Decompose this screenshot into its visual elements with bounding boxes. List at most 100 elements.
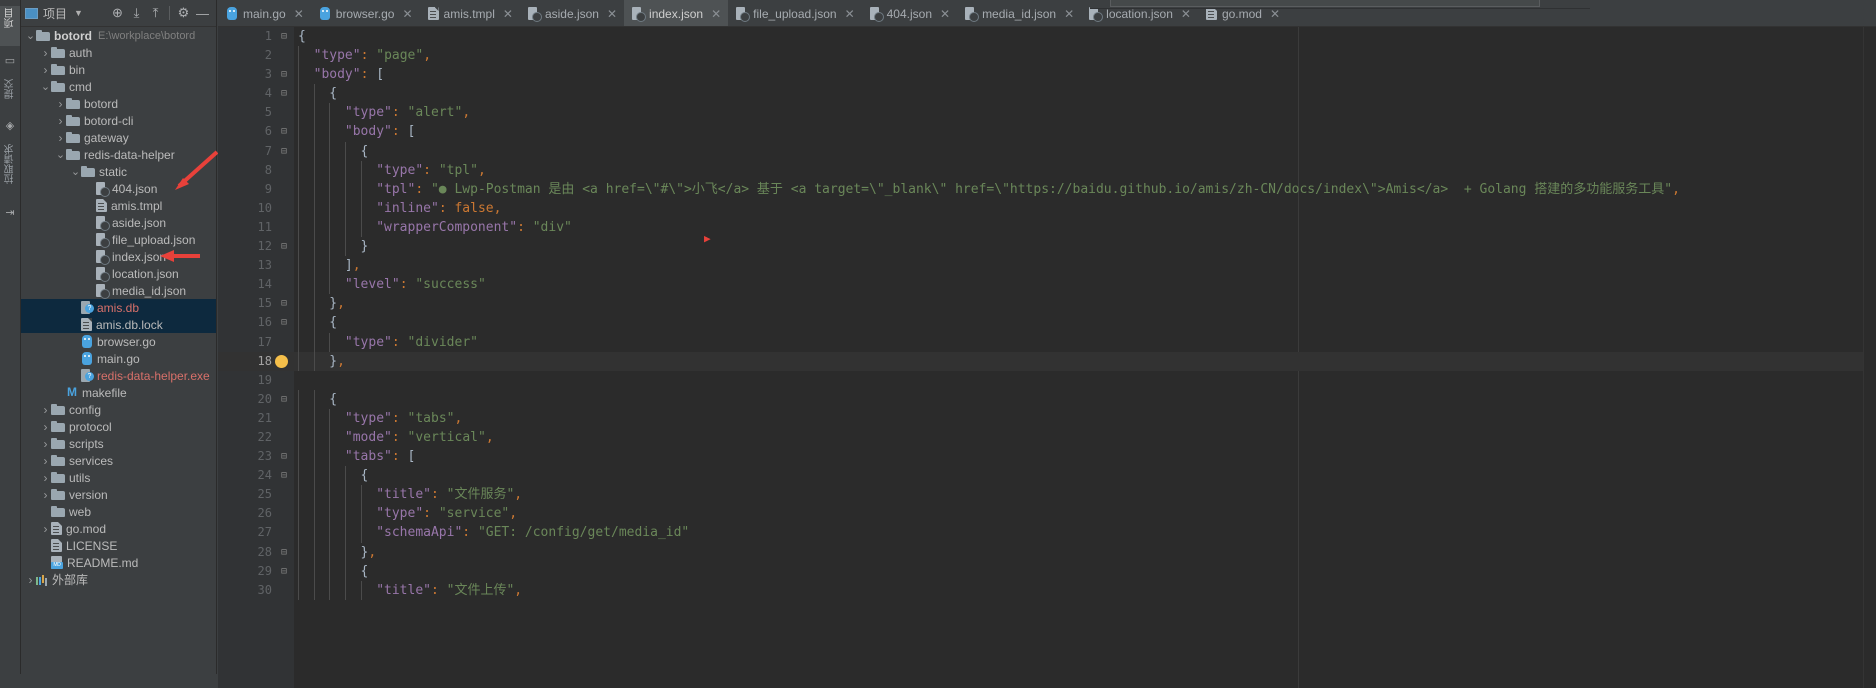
editor-tab-bar[interactable]: main.go ✕ browser.go ✕ amis.tmpl ✕ aside.json ✕…	[218, 0, 1876, 27]
code-line[interactable]: 22 "mode": "vertical",	[218, 427, 1876, 448]
chevron-right-icon[interactable]: ›	[40, 471, 51, 485]
editor-tab[interactable]: index.json ✕	[624, 0, 729, 26]
fold-marker-icon[interactable]: ⊟	[278, 543, 290, 562]
tree-node[interactable]: web	[21, 503, 216, 520]
code-line[interactable]: 7 ⊟ {	[218, 141, 1876, 161]
chevron-right-icon[interactable]: ›	[40, 420, 51, 434]
code-line[interactable]: 26 "type": "service",	[218, 504, 1876, 524]
tree-node[interactable]: › go.mod	[21, 520, 216, 537]
tree-node[interactable]: index.json	[21, 248, 216, 265]
editor-marker-track[interactable]	[1863, 27, 1876, 688]
code-line[interactable]: 11 "wrapperComponent": "div"	[218, 217, 1876, 238]
tool-window-bookmarks-icon[interactable]: ⇥	[0, 206, 20, 219]
tree-node[interactable]: › botord	[21, 95, 216, 112]
gear-icon[interactable]: ⚙	[174, 5, 193, 21]
intention-bulb-icon[interactable]: ●	[275, 354, 288, 368]
close-icon[interactable]: ✕	[1064, 8, 1074, 20]
fold-marker-icon[interactable]: ⊟	[278, 313, 290, 332]
tree-node[interactable]: › scripts	[21, 435, 216, 452]
chevron-down-icon[interactable]: ⌄	[55, 149, 66, 160]
tree-node[interactable]: › services	[21, 452, 216, 469]
tree-node[interactable]: › bin	[21, 61, 216, 78]
tool-window-project[interactable]: 项目	[0, 6, 20, 46]
locate-icon[interactable]: ⊕	[108, 5, 127, 21]
code-line[interactable]: 14 "level": "success"	[218, 275, 1876, 295]
fold-marker-icon[interactable]: ⊟	[278, 562, 290, 581]
tree-node[interactable]: ⌄ static	[21, 163, 216, 180]
code-line[interactable]: 20 ⊟ {	[218, 389, 1876, 409]
fold-marker-icon[interactable]: ⊟	[278, 447, 290, 466]
code-line[interactable]: 12 ⊟}	[218, 237, 1876, 257]
chevron-right-icon[interactable]: ›	[40, 488, 51, 502]
tree-node[interactable]: media_id.json	[21, 282, 216, 299]
fold-marker-icon[interactable]: ⊟	[278, 65, 290, 84]
code-line[interactable]: 2 "type": "page",	[218, 46, 1876, 66]
tree-node[interactable]: amis.tmpl	[21, 197, 216, 214]
chevron-right-icon[interactable]: ›	[40, 454, 51, 468]
tree-node[interactable]: amis.db	[21, 299, 216, 316]
code-line[interactable]: 21 "type": "tabs",	[218, 408, 1876, 428]
code-line[interactable]: 18 ●},	[218, 351, 1876, 371]
chevron-right-icon[interactable]: ›	[55, 97, 66, 111]
expand-all-icon[interactable]: ⤓	[127, 5, 146, 21]
close-icon[interactable]: ✕	[402, 8, 412, 20]
tree-node[interactable]: aside.json	[21, 214, 216, 231]
code-editor[interactable]: 1 ⊟{2 "type": "page", 3 ⊟ "body": [4 ⊟{5 "type"…	[218, 27, 1876, 688]
editor-tab[interactable]: media_id.json ✕	[957, 0, 1081, 26]
code-line[interactable]: 15 ⊟},	[218, 294, 1876, 314]
chevron-right-icon[interactable]: ›	[25, 573, 36, 587]
code-line[interactable]: 17 "type": "divider"	[218, 332, 1876, 352]
project-tree[interactable]: ⌄ botord E:\workplace\botord › auth › bin ⌄ cmd ›…	[21, 27, 216, 588]
close-icon[interactable]: ✕	[845, 8, 855, 20]
code-line[interactable]: 24 ⊟ {	[218, 466, 1876, 486]
chevron-down-icon[interactable]: ⌄	[70, 166, 81, 177]
tree-node[interactable]: › utils	[21, 469, 216, 486]
collapse-all-icon[interactable]: ⤒	[146, 5, 165, 21]
chevron-right-icon[interactable]: ›	[40, 63, 51, 77]
tool-window-structure-icon[interactable]: ▭	[0, 54, 20, 67]
tree-node[interactable]: Mmakefile	[21, 384, 216, 401]
tree-node[interactable]: location.json	[21, 265, 216, 282]
tree-node[interactable]: README.md	[21, 554, 216, 571]
tool-window-pull-requests-icon[interactable]: ◈	[0, 119, 20, 132]
code-line[interactable]: 19	[218, 371, 1876, 390]
tree-node[interactable]: ⌄ cmd	[21, 78, 216, 95]
close-icon[interactable]: ✕	[1181, 8, 1191, 20]
code-lines[interactable]: 1 ⊟{2 "type": "page", 3 ⊟ "body": [4 ⊟{5 "type"…	[218, 27, 1876, 688]
editor-tab[interactable]: browser.go ✕	[311, 0, 420, 26]
code-line[interactable]: 30 "title": "文件上传",	[218, 580, 1876, 600]
tree-node[interactable]: › protocol	[21, 418, 216, 435]
code-line[interactable]: 5 "type": "alert",	[218, 103, 1876, 123]
close-icon[interactable]: ✕	[711, 8, 721, 20]
code-line[interactable]: 8 "type": "tpl",	[218, 160, 1876, 180]
tree-node[interactable]: › gateway	[21, 129, 216, 146]
chevron-down-icon[interactable]: ▼	[74, 8, 83, 18]
code-line[interactable]: 3 ⊟ "body": [	[218, 65, 1876, 85]
code-line[interactable]: 1 ⊟ {	[218, 27, 1876, 46]
close-icon[interactable]: ✕	[1270, 8, 1280, 20]
tree-node[interactable]: ⌄ botord E:\workplace\botord	[21, 27, 216, 44]
close-icon[interactable]: ✕	[294, 8, 304, 20]
tree-node[interactable]: › config	[21, 401, 216, 418]
tree-node[interactable]: file_upload.json	[21, 231, 216, 248]
code-line[interactable]: 13],	[218, 256, 1876, 276]
chevron-right-icon[interactable]: ›	[40, 522, 51, 536]
close-icon[interactable]: ✕	[607, 8, 617, 20]
fold-marker-icon[interactable]: ⊟	[278, 390, 290, 409]
tree-node[interactable]: › auth	[21, 44, 216, 61]
tree-node[interactable]: › botord-cli	[21, 112, 216, 129]
code-line[interactable]: 27 "schemaApi": "GET: /config/get/media_i…	[218, 523, 1876, 543]
fold-marker-icon[interactable]: ⊟	[278, 237, 290, 256]
close-icon[interactable]: ✕	[503, 8, 513, 20]
fold-marker-icon[interactable]: ⊟	[278, 466, 290, 485]
code-line[interactable]: 6 ⊟ "body": [	[218, 122, 1876, 142]
chevron-right-icon[interactable]: ›	[55, 131, 66, 145]
editor-tab[interactable]: amis.tmpl ✕	[420, 0, 520, 26]
tree-node[interactable]: 404.json	[21, 180, 216, 197]
fold-marker-icon[interactable]: ⊟	[278, 294, 290, 313]
chevron-down-icon[interactable]: ⌄	[25, 30, 36, 41]
chevron-down-icon[interactable]: ⌄	[40, 81, 51, 92]
fold-marker-icon[interactable]: ⊟	[278, 84, 290, 103]
chevron-right-icon[interactable]: ›	[55, 114, 66, 128]
tool-window-pull-requests[interactable]: 拉取请求	[0, 142, 20, 198]
